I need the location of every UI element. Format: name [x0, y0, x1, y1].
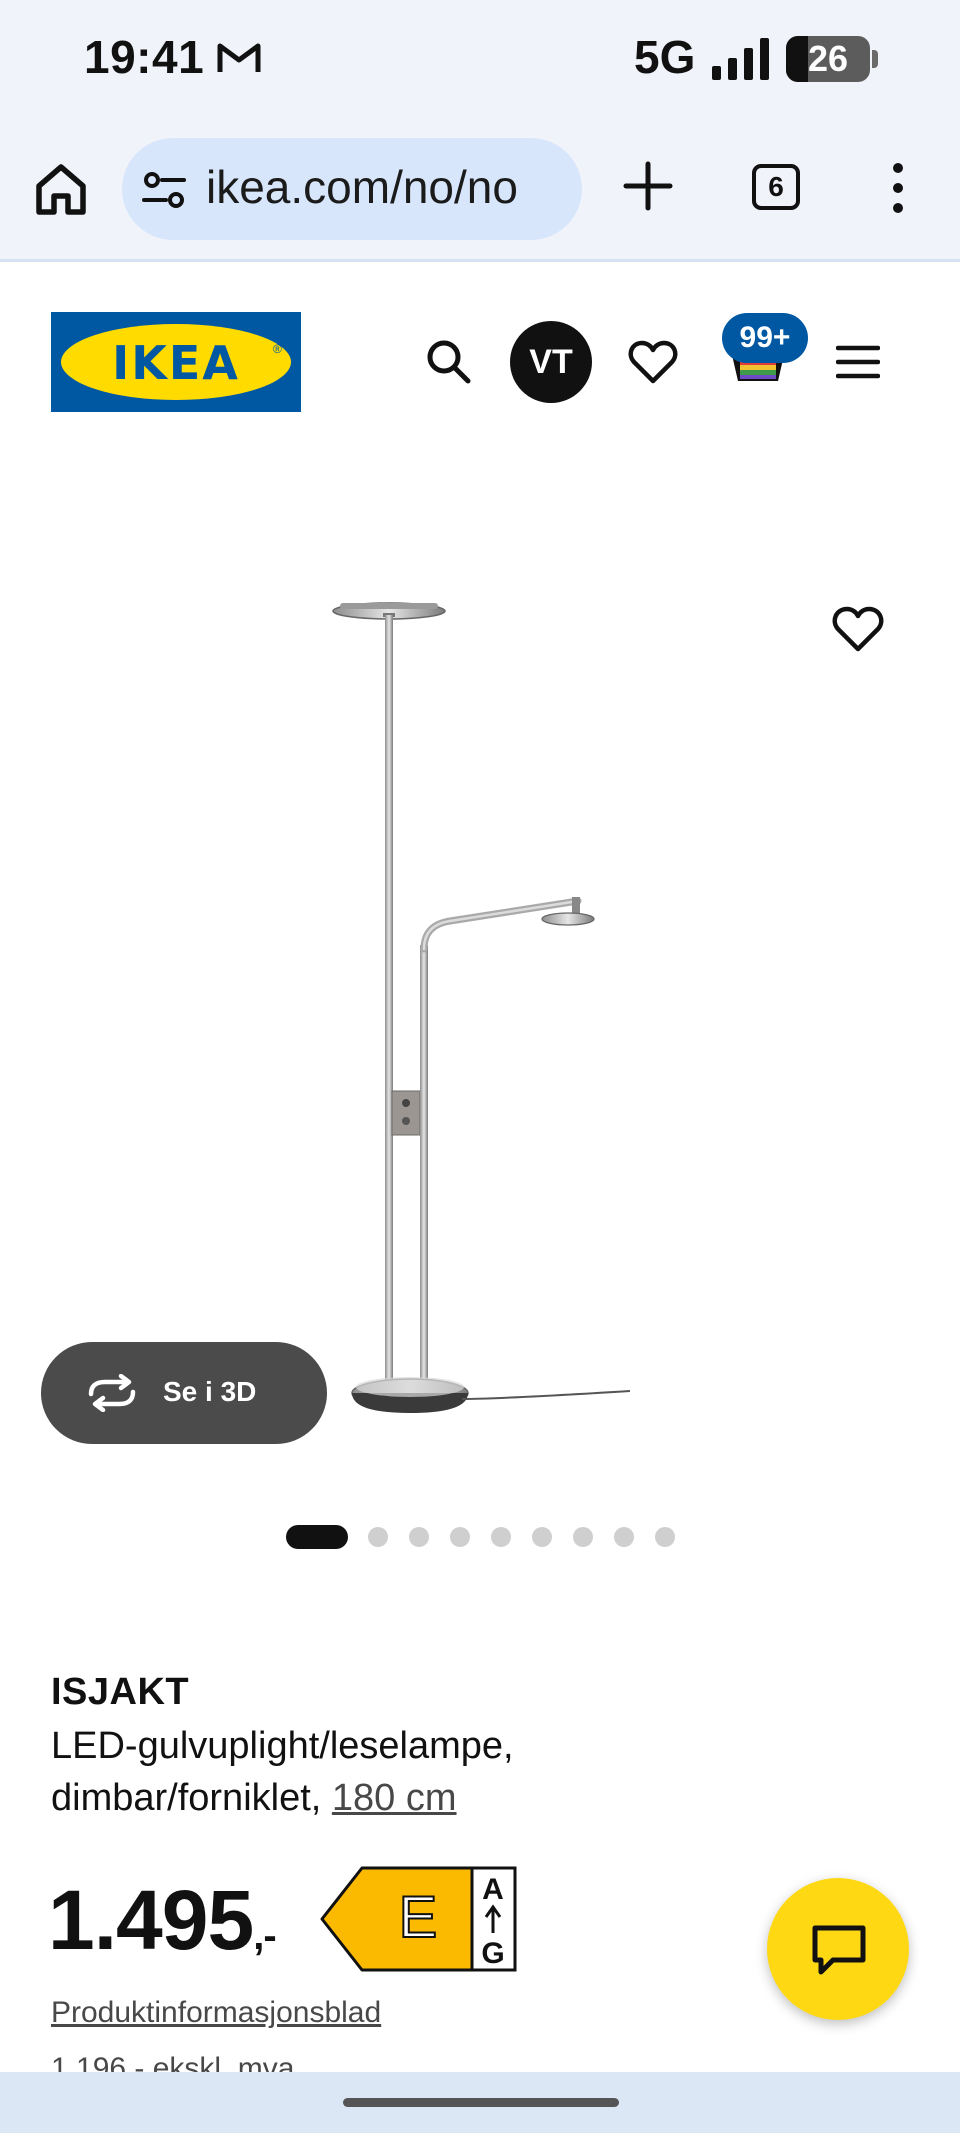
gallery-dot[interactable] [368, 1527, 388, 1547]
price-suffix: ,- [253, 1914, 276, 1958]
gallery-dot[interactable] [450, 1527, 470, 1547]
product-size-link[interactable]: 180 cm [332, 1777, 457, 1819]
url-bar-row: ikea.com/no/no 6 [0, 130, 960, 250]
gallery-dot[interactable] [409, 1527, 429, 1547]
chat-bubble-icon [812, 1925, 866, 1975]
logo-text: IKEA [112, 336, 240, 390]
network-type: 5G [634, 31, 696, 83]
product-gallery[interactable]: Se i 3D [0, 455, 960, 1555]
gallery-dot[interactable] [491, 1527, 511, 1547]
signal-icon [712, 38, 769, 80]
product-description: LED-gulvuplight/leselampe, dimbar/fornik… [51, 1720, 671, 1824]
gallery-dot[interactable] [655, 1527, 675, 1547]
browser-chrome: 19:41 5G 26 ikea.com/no/no 6 [0, 0, 960, 262]
page: 19:41 5G 26 ikea.com/no/no 6 IKEA ® VT 9… [0, 0, 960, 2133]
gallery-dot[interactable] [286, 1525, 348, 1549]
account-avatar[interactable]: VT [510, 321, 592, 403]
gallery-dot[interactable] [573, 1527, 593, 1547]
cart-count-badge: 99+ [722, 313, 808, 363]
battery-tip [872, 50, 878, 68]
home-icon[interactable] [32, 160, 90, 218]
site-header: IKEA ® VT 99+ [0, 265, 960, 455]
gesture-nav-bar [0, 2072, 960, 2133]
status-bar: 19:41 5G 26 [0, 0, 960, 120]
logo-registered-mark: ® [273, 342, 282, 356]
view-in-3d-label: Se i 3D [163, 1376, 257, 1407]
energy-scale-top: A [482, 1873, 504, 1906]
favourites-heart-icon[interactable] [628, 339, 678, 385]
energy-label-badge[interactable]: E A G [320, 1865, 518, 1973]
more-menu-icon[interactable] [880, 160, 916, 216]
hamburger-menu-icon[interactable] [836, 343, 880, 381]
gesture-handle[interactable] [343, 2098, 619, 2107]
tab-switcher-button[interactable]: 6 [752, 164, 800, 210]
product-name: ISJAKT [51, 1671, 190, 1713]
view-in-3d-button[interactable]: Se i 3D [41, 1342, 327, 1444]
add-to-favourites-heart-icon[interactable] [832, 605, 884, 653]
chat-button[interactable] [767, 1878, 909, 2020]
ikea-logo[interactable]: IKEA ® [51, 312, 301, 412]
search-icon[interactable] [424, 337, 472, 385]
battery-level: 26 [807, 38, 849, 79]
product-info-sheet-link[interactable]: Produktinformasjonsblad [51, 1996, 381, 2030]
product-image-floor-lamp[interactable] [300, 525, 660, 1475]
gallery-dot[interactable] [614, 1527, 634, 1547]
product-price: 1.495,- [48, 1872, 277, 1969]
new-tab-icon[interactable] [620, 158, 676, 214]
rotate-3d-icon [88, 1374, 136, 1412]
address-bar[interactable]: ikea.com/no/no [122, 138, 582, 240]
gmail-icon [217, 43, 261, 72]
url-text: ikea.com/no/no [206, 161, 518, 213]
energy-scale-bottom: G [481, 1937, 504, 1970]
battery-body: 26 [786, 36, 870, 82]
site-settings-icon[interactable] [142, 170, 186, 210]
energy-class-letter: E [399, 1885, 438, 1950]
gallery-dot[interactable] [532, 1527, 552, 1547]
price-main: 1.495 [48, 1873, 254, 1967]
battery-icon: 26 [786, 36, 878, 82]
status-time: 19:41 [84, 31, 205, 83]
